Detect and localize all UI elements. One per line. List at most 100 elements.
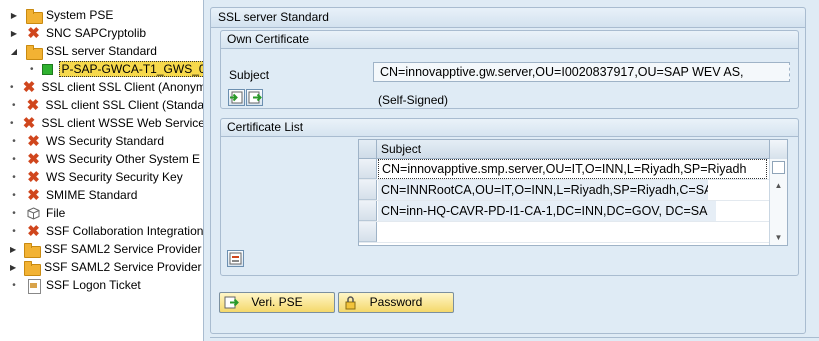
row-selector[interactable] (359, 180, 377, 200)
collapsed-arrow-icon[interactable]: ▶ (10, 11, 18, 20)
tree-item-label: P-SAP-GWCA-T1_GWS_0 (58, 61, 203, 77)
table-cell-subject[interactable]: CN=INNRootCA,OU=IT,O=INN,L=Riyadh,SP=Riy… (378, 180, 708, 200)
table-row[interactable] (359, 222, 769, 243)
tree-item-label: System PSE (46, 8, 114, 22)
tree-item-ssf-logon-ticket[interactable]: • SSF Logon Ticket (0, 276, 203, 294)
tree-item-label: SSF SAML2 Service Provider - (44, 242, 204, 256)
tree-item-label: WS Security Other System E (46, 152, 201, 166)
collapsed-arrow-icon[interactable]: ▶ (10, 245, 16, 254)
lock-icon (345, 296, 356, 310)
table-cell-subject[interactable]: CN=inn-HQ-CAVR-PD-I1-CA-1,DC=INN,DC=GOV,… (378, 201, 716, 221)
table-scrollbar[interactable]: ▲ ▼ (769, 159, 787, 245)
self-signed-status: (Self-Signed) (378, 93, 449, 107)
tree-item-file[interactable]: • File (0, 204, 203, 222)
error-x-icon: ✖ (27, 24, 40, 42)
error-x-icon: ✖ (27, 222, 40, 240)
tree-item-ws-security-other-system[interactable]: • ✖ WS Security Other System E (0, 150, 203, 168)
tree-item-label: SSF SAML2 Service Provider - (44, 260, 204, 274)
tree-item-label: SSL server Standard (46, 44, 157, 58)
tree-item-ssf-saml2-provider-2[interactable]: ▶ SSF SAML2 Service Provider - (0, 258, 204, 276)
own-certificate-title: Own Certificate (221, 31, 798, 49)
folder-icon (24, 242, 42, 258)
error-x-icon: ✖ (26, 96, 40, 114)
table-row[interactable]: CN=inn-HQ-CAVR-PD-I1-CA-1,DC=INN,DC=GOV,… (359, 201, 769, 222)
row-selector[interactable] (359, 159, 377, 179)
table-header: Subject (359, 140, 787, 159)
tree-item-smime-standard[interactable]: • ✖ SMIME Standard (0, 186, 203, 204)
tree-item-label: SSL client SSL Client (Anonym (41, 80, 204, 94)
tree-bullet-icon: • (12, 189, 16, 201)
column-header-subject[interactable]: Subject (381, 142, 421, 156)
tree-item-label: WS Security Standard (46, 134, 165, 148)
tree-bullet-icon: • (12, 207, 16, 219)
tree-item-selected-pse[interactable]: • P-SAP-GWCA-T1_GWS_0 (0, 60, 203, 78)
open-folder-icon (26, 44, 43, 60)
delete-row-icon (229, 252, 242, 265)
tree-item-label: File (46, 206, 66, 220)
tree-item-ssl-server-standard[interactable]: ◢ SSL server Standard (0, 42, 203, 60)
tree-item-ws-security-standard[interactable]: • ✖ WS Security Standard (0, 132, 203, 150)
tree-item-label: SSL client WSSE Web Service (41, 116, 204, 130)
table-settings-button[interactable] (769, 140, 787, 159)
folder-icon (26, 8, 43, 24)
tree-item-ws-security-key[interactable]: • ✖ WS Security Security Key (0, 168, 203, 186)
tree-item-ssf-collaboration[interactable]: • ✖ SSF Collaboration Integration (0, 222, 204, 240)
collapsed-arrow-icon[interactable]: ▶ (10, 263, 16, 272)
subject-field[interactable]: CN=innovapptive.gw.server,OU=I0020837917… (373, 62, 790, 82)
table-row[interactable]: CN=INNRootCA,OU=IT,O=INN,L=Riyadh,SP=Riy… (359, 180, 769, 201)
tree-item-label: SSL client SSL Client (Standa (45, 98, 204, 112)
tree-item-label: SSF Collaboration Integration (46, 224, 204, 238)
export-certificate-button[interactable] (246, 89, 263, 106)
export-icon (248, 91, 262, 104)
own-certificate-group: Own Certificate Subject CN=innovapptive.… (220, 30, 799, 109)
row-selector[interactable] (359, 201, 377, 221)
tree-item-ssf-saml2-provider-1[interactable]: ▶ SSF SAML2 Service Provider - (0, 240, 204, 258)
tree-item-ssl-client-wsse[interactable]: • ✖ SSL client WSSE Web Service (0, 114, 204, 132)
subject-label: Subject (229, 68, 270, 82)
error-x-icon: ✖ (27, 150, 40, 168)
certificate-list-group: Certificate List Subject CN=innovapptive… (220, 118, 799, 276)
table-cell-subject[interactable]: CN=innovapptive.smp.server,OU=IT,O=INN,L… (378, 159, 767, 179)
error-x-icon: ✖ (22, 78, 36, 96)
collapsed-arrow-icon[interactable]: ▶ (10, 29, 18, 38)
tree-item-snc-sapcryptolib[interactable]: ▶ ✖ SNC SAPCryptolib (0, 24, 203, 42)
tree-item-label: WS Security Security Key (46, 170, 183, 184)
scroll-up-icon[interactable]: ▲ (770, 179, 787, 193)
panel-title: SSL server Standard (211, 8, 805, 28)
certificate-table[interactable]: Subject CN=innovapptive.smp.server,OU=IT… (358, 139, 788, 246)
row-selector[interactable] (359, 222, 377, 242)
green-status-icon (41, 63, 54, 76)
tree-item-ssl-client-anonymous[interactable]: • ✖ SSL client SSL Client (Anonym (0, 78, 204, 96)
password-label: Password (369, 295, 423, 309)
tree-bullet-icon: • (10, 117, 14, 129)
ticket-icon (26, 278, 41, 294)
folder-icon (24, 260, 42, 276)
error-x-icon: ✖ (27, 168, 40, 186)
select-all-button[interactable] (359, 140, 377, 159)
pse-tree[interactable]: ▶ System PSE ▶ ✖ SNC SAPCryptolib ◢ SSL … (0, 0, 204, 341)
tree-bullet-icon: • (11, 99, 16, 111)
table-cell-subject[interactable] (378, 222, 768, 242)
tree-bullet-icon: • (12, 135, 16, 147)
tree-bullet-icon: • (12, 171, 16, 183)
tree-item-ssl-client-standard[interactable]: • ✖ SSL client SSL Client (Standa (0, 96, 204, 114)
tree-bullet-icon: • (12, 279, 16, 291)
import-icon (230, 91, 243, 104)
remove-certificate-button[interactable] (227, 250, 244, 267)
file-cube-icon (26, 206, 41, 220)
scroll-checkbox[interactable] (772, 161, 785, 174)
verify-pse-button[interactable]: Veri. PSE (219, 292, 335, 313)
certificate-list-title: Certificate List (221, 119, 798, 137)
error-x-icon: ✖ (22, 114, 36, 132)
error-x-icon: ✖ (27, 132, 40, 150)
tree-bullet-icon: • (12, 225, 16, 237)
scroll-down-icon[interactable]: ▼ (770, 231, 787, 245)
import-certificate-button[interactable] (228, 89, 245, 106)
expanded-arrow-icon[interactable]: ◢ (10, 47, 18, 56)
tree-item-system-pse[interactable]: ▶ System PSE (0, 6, 203, 24)
tree-item-label: SNC SAPCryptolib (46, 26, 147, 40)
table-row[interactable]: CN=innovapptive.smp.server,OU=IT,O=INN,L… (359, 159, 769, 180)
password-button[interactable]: Password (338, 292, 454, 313)
tree-bullet-icon: • (30, 63, 34, 75)
tree-item-label: SMIME Standard (46, 188, 138, 202)
